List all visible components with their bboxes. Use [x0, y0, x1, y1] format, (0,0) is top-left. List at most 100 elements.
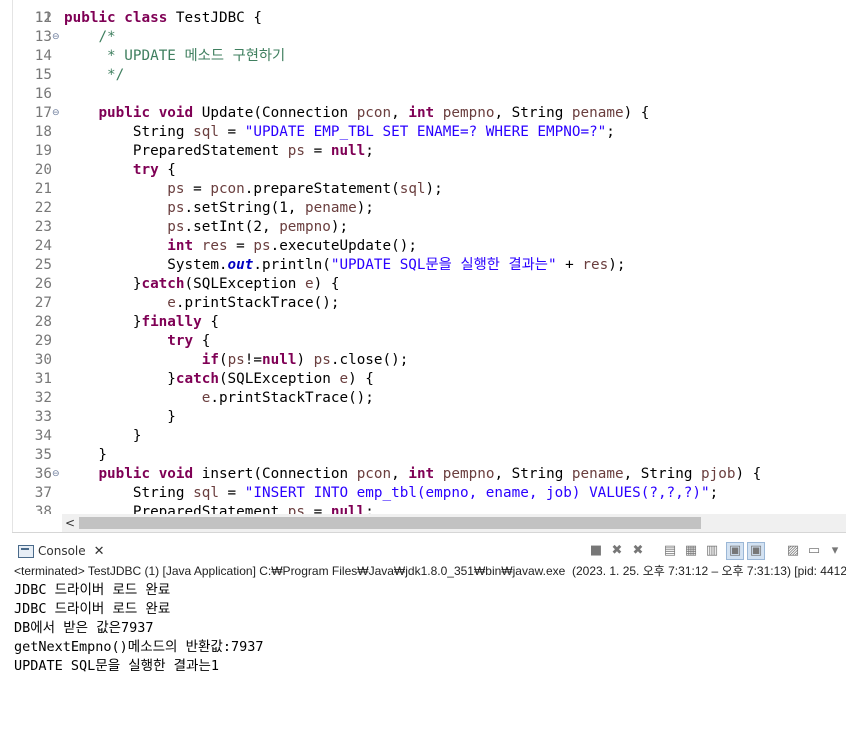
- code-token: ) {: [348, 371, 374, 387]
- fold-toggle-icon[interactable]: ⊖: [52, 109, 60, 118]
- code-token: .prepareStatement(: [244, 181, 400, 197]
- remove-launch-icon[interactable]: ✖: [609, 543, 625, 559]
- pin-console-icon[interactable]: ▨: [785, 543, 801, 559]
- code-token: }: [64, 276, 142, 292]
- clear-console-icon[interactable]: ▥: [704, 543, 720, 559]
- word-wrap-icon[interactable]: ▦: [683, 543, 699, 559]
- code-token: "INSERT INTO emp_tbl(empno, ename, job) …: [244, 485, 710, 501]
- show-on-stdout-icon[interactable]: ▣: [726, 542, 744, 560]
- code-token: }: [64, 428, 142, 444]
- code-token: .setInt(2,: [184, 219, 280, 235]
- code-token: "UPDATE SQL문을 실행한 결과는": [330, 257, 557, 273]
- code-text: if(ps!=null) ps.close();: [64, 351, 409, 370]
- console-output-line: JDBC 드라이버 로드 완료: [14, 582, 171, 598]
- scroll-lock-icon[interactable]: ▤: [662, 543, 678, 559]
- code-token: }: [64, 409, 176, 425]
- code-text: }: [64, 446, 107, 465]
- remove-all-terminated-icon[interactable]: ✖: [630, 543, 646, 559]
- code-token: +: [556, 257, 583, 273]
- code-token: );: [425, 181, 443, 197]
- code-token: sql: [193, 124, 219, 140]
- code-token: , String: [494, 105, 572, 121]
- line-number: 31: [34, 371, 52, 387]
- code-token: e: [305, 276, 314, 292]
- code-text: }catch(SQLException e) {: [64, 275, 340, 294]
- code-text: */: [64, 66, 124, 85]
- code-token: "UPDATE EMP_TBL SET ENAME=? WHERE EMPNO=…: [244, 124, 607, 140]
- code-token: ;: [606, 124, 615, 140]
- scrollbar-thumb[interactable]: [79, 517, 701, 529]
- line-number: 32: [34, 390, 52, 406]
- code-token: =: [227, 238, 254, 254]
- code-token: pcon: [356, 105, 392, 121]
- code-token: */: [107, 67, 125, 83]
- line-number: 38: [34, 504, 52, 514]
- fold-toggle-icon[interactable]: ⊖: [52, 470, 60, 479]
- code-token: public: [98, 466, 151, 482]
- close-icon[interactable]: ✕: [94, 544, 105, 559]
- line-number: 13: [34, 29, 52, 45]
- view-menu-icon[interactable]: ▾: [827, 543, 843, 559]
- code-token: =: [218, 124, 245, 140]
- code-token: * UPDATE 메소드 구현하기: [107, 48, 286, 64]
- code-token: pcon: [210, 181, 245, 197]
- code-text: PreparedStatement ps = null;: [64, 142, 374, 161]
- code-token: out: [227, 257, 254, 273]
- code-editor[interactable]: 11 12 public class TestJDBC {13 ⊖ /* 14 * U…: [0, 0, 846, 514]
- code-token: , String: [494, 466, 572, 482]
- code-text: String sql = "UPDATE EMP_TBL SET ENAME=?…: [64, 123, 615, 142]
- code-token: sql: [399, 181, 426, 197]
- code-text: public void insert(Connection pcon, int …: [64, 465, 761, 484]
- code-token: void: [158, 466, 194, 482]
- code-token: ) {: [623, 105, 650, 121]
- line-number: 33: [34, 409, 52, 425]
- code-token: pjob: [701, 466, 736, 482]
- line-number: 20: [34, 162, 52, 178]
- code-token: catch: [141, 276, 185, 292]
- code-token: pcon: [356, 466, 392, 482]
- code-token: pempno: [442, 105, 495, 121]
- code-text: /*: [64, 28, 115, 47]
- line-number: 34: [34, 428, 52, 444]
- line-number: 12: [34, 10, 52, 26]
- code-text: public void Update(Connection pcon, int …: [64, 104, 649, 123]
- code-token: pempno: [279, 219, 331, 235]
- scroll-left-arrow-icon[interactable]: <: [65, 514, 75, 532]
- horizontal-scrollbar[interactable]: <: [62, 514, 846, 532]
- code-text: e.printStackTrace();: [64, 389, 374, 408]
- console-tab-bar: Console ✕ ■ ✖ ✖ ▤ ▦ ▥ ▣ ▣ ▨ ▭ ▾: [12, 539, 846, 563]
- code-token: finally: [141, 314, 202, 330]
- fold-toggle-icon[interactable]: ⊖: [52, 33, 60, 42]
- code-token: ps: [167, 181, 185, 197]
- display-selected-console-icon[interactable]: ▭: [806, 543, 822, 559]
- code-token: .printStackTrace();: [210, 390, 374, 406]
- line-number: 18: [34, 124, 52, 140]
- code-token: !=: [244, 352, 262, 368]
- terminate-icon[interactable]: ■: [588, 543, 604, 559]
- line-number: 35: [34, 447, 52, 463]
- code-token: {: [201, 314, 219, 330]
- code-text: }: [64, 408, 176, 427]
- line-number: 29: [34, 333, 52, 349]
- code-token: =: [184, 181, 211, 197]
- code-token: res: [582, 257, 609, 273]
- code-token: (SQLException: [184, 276, 306, 292]
- show-on-stderr-icon[interactable]: ▣: [747, 542, 765, 560]
- code-text: }catch(SQLException e) {: [64, 370, 374, 389]
- code-token: System.: [64, 257, 228, 273]
- tab-console[interactable]: Console ✕: [18, 541, 105, 561]
- code-token: .printStackTrace();: [175, 295, 340, 311]
- code-token: }: [64, 447, 108, 463]
- code-token: ps: [227, 352, 245, 368]
- code-token: .close();: [330, 352, 409, 368]
- console-output-line: getNextEmpno()메소드의 반환값:7937: [14, 639, 264, 655]
